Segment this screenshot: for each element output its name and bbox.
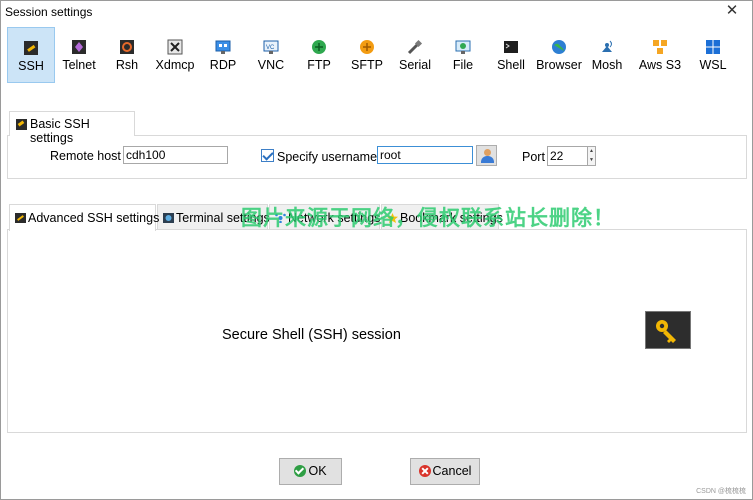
ssh-icon bbox=[16, 119, 27, 130]
session-type-vnc[interactable]: VC VNC bbox=[247, 27, 295, 83]
session-settings-window: Session settings ✕ SSH Telnet Rsh Xdmcp … bbox=[0, 0, 753, 500]
session-type-label: WSL bbox=[699, 58, 727, 72]
session-type-label: SSH bbox=[18, 59, 44, 73]
title-bar: Session settings ✕ bbox=[1, 1, 752, 23]
close-icon[interactable]: ✕ bbox=[724, 3, 740, 19]
cancel-label: Cancel bbox=[432, 464, 472, 478]
svg-text:VC: VC bbox=[266, 45, 275, 51]
browser-icon bbox=[552, 40, 566, 54]
session-type-toolbar: SSH Telnet Rsh Xdmcp RDP VC VNC FTP SFTP bbox=[7, 27, 747, 83]
session-type-label: FTP bbox=[307, 58, 331, 72]
telnet-icon bbox=[72, 40, 86, 54]
serial-icon bbox=[407, 39, 423, 55]
port-input[interactable] bbox=[547, 146, 588, 166]
session-type-label: Rsh bbox=[115, 58, 139, 72]
specify-username-label: Specify username bbox=[277, 150, 378, 164]
window-title: Session settings bbox=[5, 5, 93, 19]
session-type-mosh[interactable]: Mosh bbox=[583, 27, 631, 83]
session-type-file[interactable]: File bbox=[439, 27, 487, 83]
vnc-icon: VC bbox=[263, 40, 279, 54]
session-type-label: Browser bbox=[536, 58, 582, 72]
cancel-button[interactable]: Cancel bbox=[410, 458, 480, 485]
shell-icon bbox=[504, 41, 518, 53]
ok-label: OK bbox=[308, 464, 327, 478]
session-type-label: RDP bbox=[209, 58, 237, 72]
session-type-label: Xdmcp bbox=[155, 58, 195, 72]
session-type-label: Telnet bbox=[62, 58, 96, 72]
ssh-icon bbox=[24, 41, 38, 55]
key-icon bbox=[645, 311, 691, 349]
remote-host-input[interactable] bbox=[123, 146, 228, 164]
rsh-icon bbox=[120, 40, 134, 54]
ftp-icon bbox=[312, 40, 326, 54]
terminal-icon bbox=[163, 213, 174, 223]
file-icon bbox=[455, 40, 471, 54]
cancel-circle-icon bbox=[418, 465, 431, 477]
wsl-icon bbox=[706, 40, 720, 54]
advanced-ssh-icon bbox=[15, 213, 26, 223]
mosh-icon bbox=[602, 40, 612, 52]
session-type-shell[interactable]: Shell bbox=[487, 27, 535, 83]
csdn-watermark: CSDN @梳梳梳 bbox=[696, 488, 746, 495]
rdp-icon bbox=[215, 40, 231, 54]
sftp-icon bbox=[360, 40, 374, 54]
session-type-rdp[interactable]: RDP bbox=[199, 27, 247, 83]
user-icon bbox=[484, 149, 491, 156]
username-input[interactable] bbox=[377, 146, 473, 164]
session-type-telnet[interactable]: Telnet bbox=[55, 27, 103, 83]
tab-label: Advanced SSH settings bbox=[28, 211, 160, 225]
session-type-ssh[interactable]: SSH bbox=[7, 27, 55, 83]
session-type-label: Shell bbox=[497, 58, 525, 72]
session-type-aws-s3[interactable]: Aws S3 bbox=[631, 27, 689, 83]
session-type-xdmcp[interactable]: Xdmcp bbox=[151, 27, 199, 83]
session-type-label: Mosh bbox=[591, 58, 623, 72]
tab-label: Basic SSH settings bbox=[30, 117, 90, 145]
session-type-browser[interactable]: Browser bbox=[535, 27, 583, 83]
remote-host-label: Remote host * bbox=[50, 149, 130, 163]
aws-s3-icon bbox=[653, 40, 667, 54]
user-manager-button[interactable] bbox=[476, 145, 497, 166]
watermark-text: 图片来源于网络，侵权联系站长删除！ bbox=[241, 206, 615, 230]
xdmcp-icon bbox=[167, 39, 183, 55]
session-type-rsh[interactable]: Rsh bbox=[103, 27, 151, 83]
session-type-label: Serial bbox=[399, 58, 431, 72]
specify-username-checkbox[interactable] bbox=[261, 149, 274, 162]
session-type-ftp[interactable]: FTP bbox=[295, 27, 343, 83]
session-type-label: Aws S3 bbox=[638, 58, 682, 72]
session-type-label: SFTP bbox=[351, 58, 383, 72]
session-type-wsl[interactable]: WSL bbox=[689, 27, 737, 83]
tab-advanced-ssh-settings[interactable]: Advanced SSH settings bbox=[9, 204, 160, 231]
session-type-label: VNC bbox=[257, 58, 285, 72]
port-spinner[interactable]: ▲ ▼ bbox=[587, 146, 596, 166]
session-type-sftp[interactable]: SFTP bbox=[343, 27, 391, 83]
session-type-serial[interactable]: Serial bbox=[391, 27, 439, 83]
session-description: Secure Shell (SSH) session bbox=[222, 327, 401, 343]
ok-button[interactable]: OK bbox=[279, 458, 342, 485]
tab-basic-ssh-settings[interactable]: Basic SSH settings bbox=[9, 111, 135, 145]
session-type-label: File bbox=[452, 58, 474, 72]
port-label: Port bbox=[522, 150, 545, 164]
check-circle-icon bbox=[294, 465, 307, 477]
